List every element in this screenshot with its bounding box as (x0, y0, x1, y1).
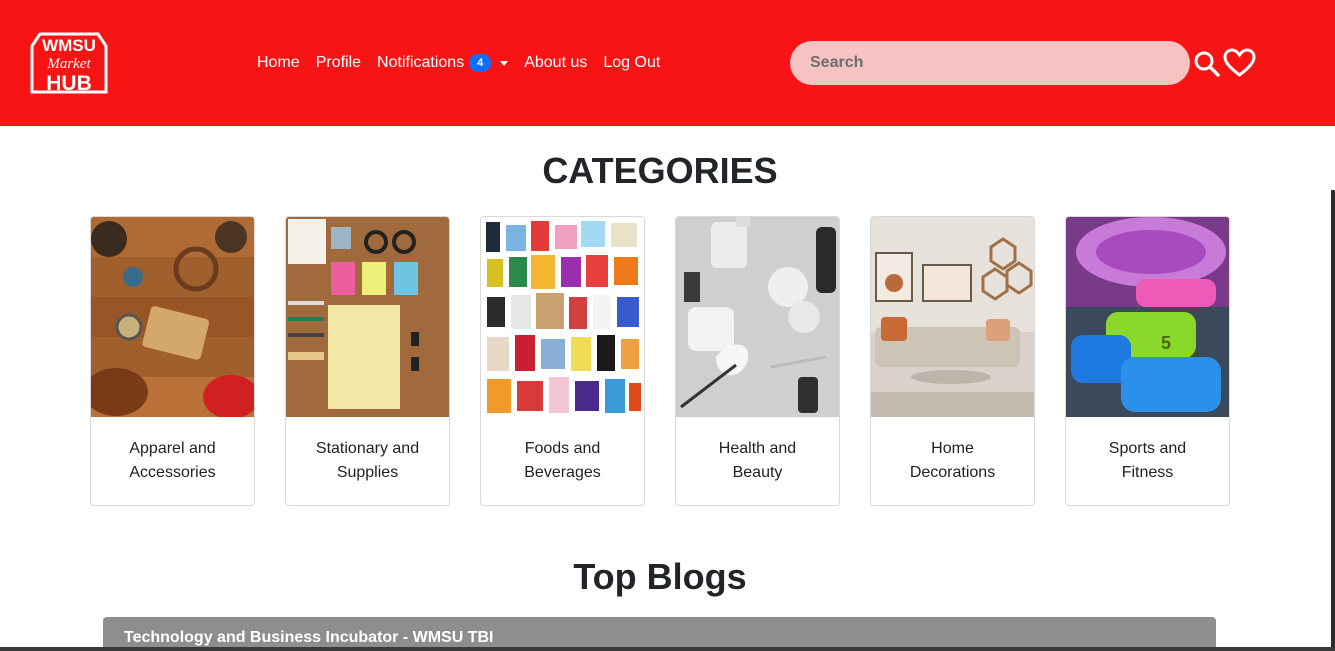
search-input[interactable] (790, 41, 1190, 85)
category-label-foods: Foods and Beverages (524, 440, 601, 481)
search-icon[interactable] (1193, 50, 1221, 78)
top-navbar: WMSU Market HUB Home Profile Notificatio… (0, 0, 1335, 126)
notifications-count-badge: 4 (469, 54, 492, 72)
nav-notifications-dropdown[interactable]: Notifications 4 (377, 54, 509, 72)
category-card-apparel[interactable]: Apparel and Accessories (90, 216, 255, 506)
svg-text:WMSU: WMSU (42, 36, 96, 55)
main-nav: Home Profile Notifications 4 About us Lo… (257, 52, 676, 74)
heart-icon[interactable] (1223, 48, 1256, 78)
nav-logout-link[interactable]: Log Out (603, 54, 660, 72)
category-card-foods[interactable]: Foods and Beverages (480, 216, 645, 506)
home-decorations-image (871, 217, 1034, 417)
health-image (676, 217, 839, 417)
nav-notifications-label: Notifications (377, 54, 465, 71)
svg-text:HUB: HUB (46, 72, 92, 95)
category-label-home: Home Decorations (909, 440, 996, 481)
stationary-image (286, 217, 449, 417)
scrollbar[interactable] (1331, 190, 1335, 651)
svg-text:5: 5 (1161, 333, 1171, 353)
blog-post-header[interactable]: Technology and Business Incubator - WMSU… (103, 617, 1216, 651)
wmsu-market-hub-logo[interactable]: WMSU Market HUB (28, 28, 110, 96)
category-label-apparel: Apparel and Accessories (129, 440, 216, 481)
category-label-sports: Sports and Fitness (1108, 440, 1187, 481)
window-bottom-edge (0, 647, 1335, 651)
nav-about-link[interactable]: About us (524, 54, 587, 72)
category-card-home[interactable]: Home Decorations (870, 216, 1035, 506)
category-card-sports[interactable]: 5 Sports and Fitness (1065, 216, 1230, 506)
category-card-stationary[interactable]: Stationary and Supplies (285, 216, 450, 506)
blog-post-title: Technology and Business Incubator - WMSU… (124, 629, 494, 646)
foods-image (481, 217, 644, 417)
category-label-stationary: Stationary and Supplies (315, 440, 420, 481)
nav-profile-link[interactable]: Profile (316, 54, 361, 72)
svg-text:Market: Market (46, 56, 91, 72)
categories-heading: CATEGORIES (542, 150, 778, 191)
category-card-health[interactable]: Health and Beauty (675, 216, 840, 506)
caret-down-icon (500, 60, 509, 66)
apparel-image (91, 217, 254, 417)
sports-image: 5 (1066, 217, 1229, 417)
top-blogs-heading: Top Blogs (573, 556, 747, 597)
category-label-health: Health and Beauty (718, 440, 797, 481)
nav-home-link[interactable]: Home (257, 54, 300, 72)
